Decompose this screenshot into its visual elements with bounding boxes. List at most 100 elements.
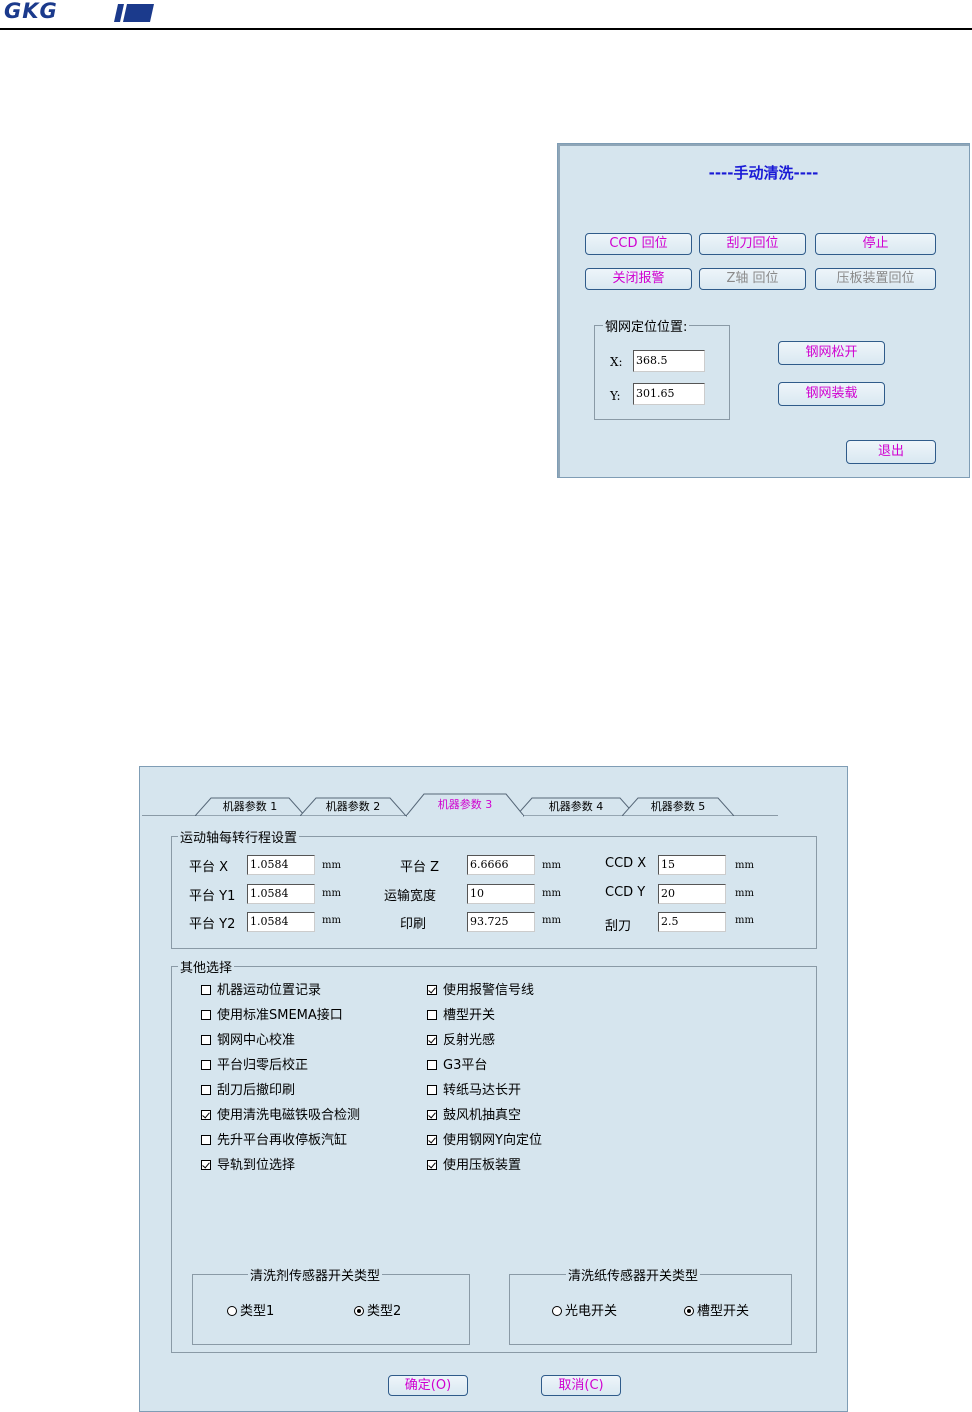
close-alarm-button[interactable]: 关闭报警 — [585, 268, 692, 290]
tab-machine-params-1[interactable]: 机器参数 1 — [195, 797, 305, 816]
option-label: 使用报警信号线 — [443, 983, 535, 998]
radio-dot[interactable] — [684, 1306, 694, 1316]
radio-dot[interactable] — [552, 1306, 562, 1316]
squeegee-home-button[interactable]: 刮刀回位 — [699, 233, 806, 255]
option-g3-platform[interactable]: G3平台 — [427, 1057, 487, 1075]
option-slot-switch[interactable]: 槽型开关 — [427, 1007, 495, 1025]
option-label: 使用标准SMEMA接口 — [217, 1008, 343, 1023]
ccd-y-input[interactable]: 20 — [658, 884, 726, 904]
checkbox[interactable] — [427, 985, 437, 995]
unit-label: mm — [322, 860, 341, 871]
option-motion-record[interactable]: 机器运动位置记录 — [201, 982, 321, 1000]
checkbox[interactable] — [201, 985, 211, 995]
checkbox[interactable] — [427, 1160, 437, 1170]
radio-label: 槽型开关 — [697, 1304, 750, 1319]
ccd-y-label: CCD Y — [605, 885, 646, 900]
paper-sensor-group: 清洗纸传感器开关类型 光电开关 槽型开关 — [509, 1265, 792, 1345]
gkg-logo: GKG — [4, 0, 154, 24]
checkbox[interactable] — [201, 1160, 211, 1170]
ok-button[interactable]: 确定(O) — [388, 1375, 468, 1396]
print-label: 印刷 — [400, 917, 427, 932]
transport-width-input[interactable]: 10 — [467, 884, 535, 904]
tab-label: 机器参数 5 — [650, 800, 706, 813]
header-divider — [0, 28, 972, 30]
checkbox[interactable] — [427, 1135, 437, 1145]
platform-y1-input[interactable]: 1.0584 — [247, 884, 315, 904]
ccd-home-button[interactable]: CCD 回位 — [585, 233, 692, 255]
other-options-group: 其他选择 机器运动位置记录 使用标准SMEMA接口 钢网中心校准 平台归零后校正… — [171, 957, 817, 1353]
checkbox[interactable] — [201, 1035, 211, 1045]
platform-y2-label: 平台 Y2 — [189, 917, 236, 932]
option-stencil-y-locate[interactable]: 使用钢网Y向定位 — [427, 1132, 542, 1150]
stencil-load-button[interactable]: 钢网装载 — [778, 382, 885, 406]
y-label: Y: — [610, 389, 621, 403]
checkbox[interactable] — [427, 1035, 437, 1045]
option-raise-platform-first[interactable]: 先升平台再收停板汽缸 — [201, 1132, 347, 1150]
option-stencil-center[interactable]: 钢网中心校准 — [201, 1032, 295, 1050]
stop-button[interactable]: 停止 — [815, 233, 936, 255]
option-paper-motor-on[interactable]: 转纸马达长开 — [427, 1082, 521, 1100]
option-label: 机器运动位置记录 — [217, 983, 322, 998]
cleaner-type2-radio[interactable]: 类型2 — [354, 1303, 401, 1321]
option-squeegee-retract[interactable]: 刮刀后撤印刷 — [201, 1082, 295, 1100]
radio-dot[interactable] — [354, 1306, 364, 1316]
paper-photo-switch-radio[interactable]: 光电开关 — [552, 1303, 617, 1321]
option-blower-vacuum[interactable]: 鼓风机抽真空 — [427, 1107, 521, 1125]
tab-label: 机器参数 3 — [437, 798, 493, 811]
ccd-x-label: CCD X — [605, 856, 647, 871]
stencil-position-group: 钢网定位位置: X: 368.5 Y: 301.65 — [594, 316, 730, 420]
group-legend: 清洗纸传感器开关类型 — [566, 1265, 701, 1284]
paper-slot-switch-radio[interactable]: 槽型开关 — [684, 1303, 749, 1321]
option-magnet-detect[interactable]: 使用清洗电磁铁吸合检测 — [201, 1107, 360, 1125]
checkbox[interactable] — [201, 1085, 211, 1095]
checkbox[interactable] — [201, 1010, 211, 1020]
checkbox[interactable] — [201, 1110, 211, 1120]
unit-label: mm — [322, 888, 341, 899]
platform-x-input[interactable]: 1.0584 — [247, 855, 315, 875]
option-rail-in-position[interactable]: 导轨到位选择 — [201, 1157, 295, 1175]
tab-machine-params-5[interactable]: 机器参数 5 — [622, 797, 734, 816]
checkbox[interactable] — [201, 1060, 211, 1070]
tab-machine-params-2[interactable]: 机器参数 2 — [300, 797, 406, 816]
tab-machine-params-3[interactable]: 机器参数 3 — [406, 793, 524, 817]
checkbox[interactable] — [427, 1110, 437, 1120]
platform-z-input[interactable]: 6.6666 — [467, 855, 535, 875]
group-legend: 其他选择 — [178, 957, 235, 976]
option-platform-calibrate[interactable]: 平台归零后校正 — [201, 1057, 308, 1075]
option-label: 转纸马达长开 — [443, 1083, 522, 1098]
checkbox[interactable] — [427, 1010, 437, 1020]
platform-y2-input[interactable]: 1.0584 — [247, 912, 315, 932]
option-smema[interactable]: 使用标准SMEMA接口 — [201, 1007, 343, 1025]
cancel-button[interactable]: 取消(C) — [541, 1375, 621, 1396]
option-label: 槽型开关 — [443, 1008, 496, 1023]
tab-label: 机器参数 1 — [222, 800, 278, 813]
option-reflective-sensor[interactable]: 反射光感 — [427, 1032, 495, 1050]
unit-label: mm — [735, 860, 754, 871]
option-label: 导轨到位选择 — [217, 1158, 296, 1173]
z-axis-home-button[interactable]: Z轴 回位 — [699, 268, 806, 290]
tab-machine-params-4[interactable]: 机器参数 4 — [516, 797, 636, 816]
checkbox[interactable] — [427, 1085, 437, 1095]
cleaner-sensor-group: 清洗剂传感器开关类型 类型1 类型2 — [192, 1265, 470, 1345]
press-plate-home-button[interactable]: 压板装置回位 — [815, 268, 936, 290]
radio-label: 类型2 — [367, 1304, 402, 1319]
option-label: 先升平台再收停板汽缸 — [217, 1133, 348, 1148]
stencil-x-input[interactable]: 368.5 — [633, 350, 705, 372]
option-label: 使用压板装置 — [443, 1158, 522, 1173]
manual-clean-dialog: ----手动清洗---- CCD 回位 刮刀回位 停止 关闭报警 Z轴 回位 压… — [557, 143, 970, 478]
cleaner-type1-radio[interactable]: 类型1 — [227, 1303, 274, 1321]
dialog-title: ----手动清洗---- — [708, 164, 819, 182]
print-input[interactable]: 93.725 — [467, 912, 535, 932]
radio-dot[interactable] — [227, 1306, 237, 1316]
stencil-y-input[interactable]: 301.65 — [633, 383, 705, 405]
option-press-plate[interactable]: 使用压板装置 — [427, 1157, 521, 1175]
checkbox[interactable] — [427, 1060, 437, 1070]
unit-label: mm — [322, 915, 341, 926]
option-label: 平台归零后校正 — [217, 1058, 309, 1073]
checkbox[interactable] — [201, 1135, 211, 1145]
option-alarm-signal[interactable]: 使用报警信号线 — [427, 982, 534, 1000]
ccd-x-input[interactable]: 15 — [658, 855, 726, 875]
stencil-release-button[interactable]: 钢网松开 — [778, 341, 885, 365]
squeegee-input[interactable]: 2.5 — [658, 912, 726, 932]
exit-button[interactable]: 退出 — [846, 440, 936, 464]
